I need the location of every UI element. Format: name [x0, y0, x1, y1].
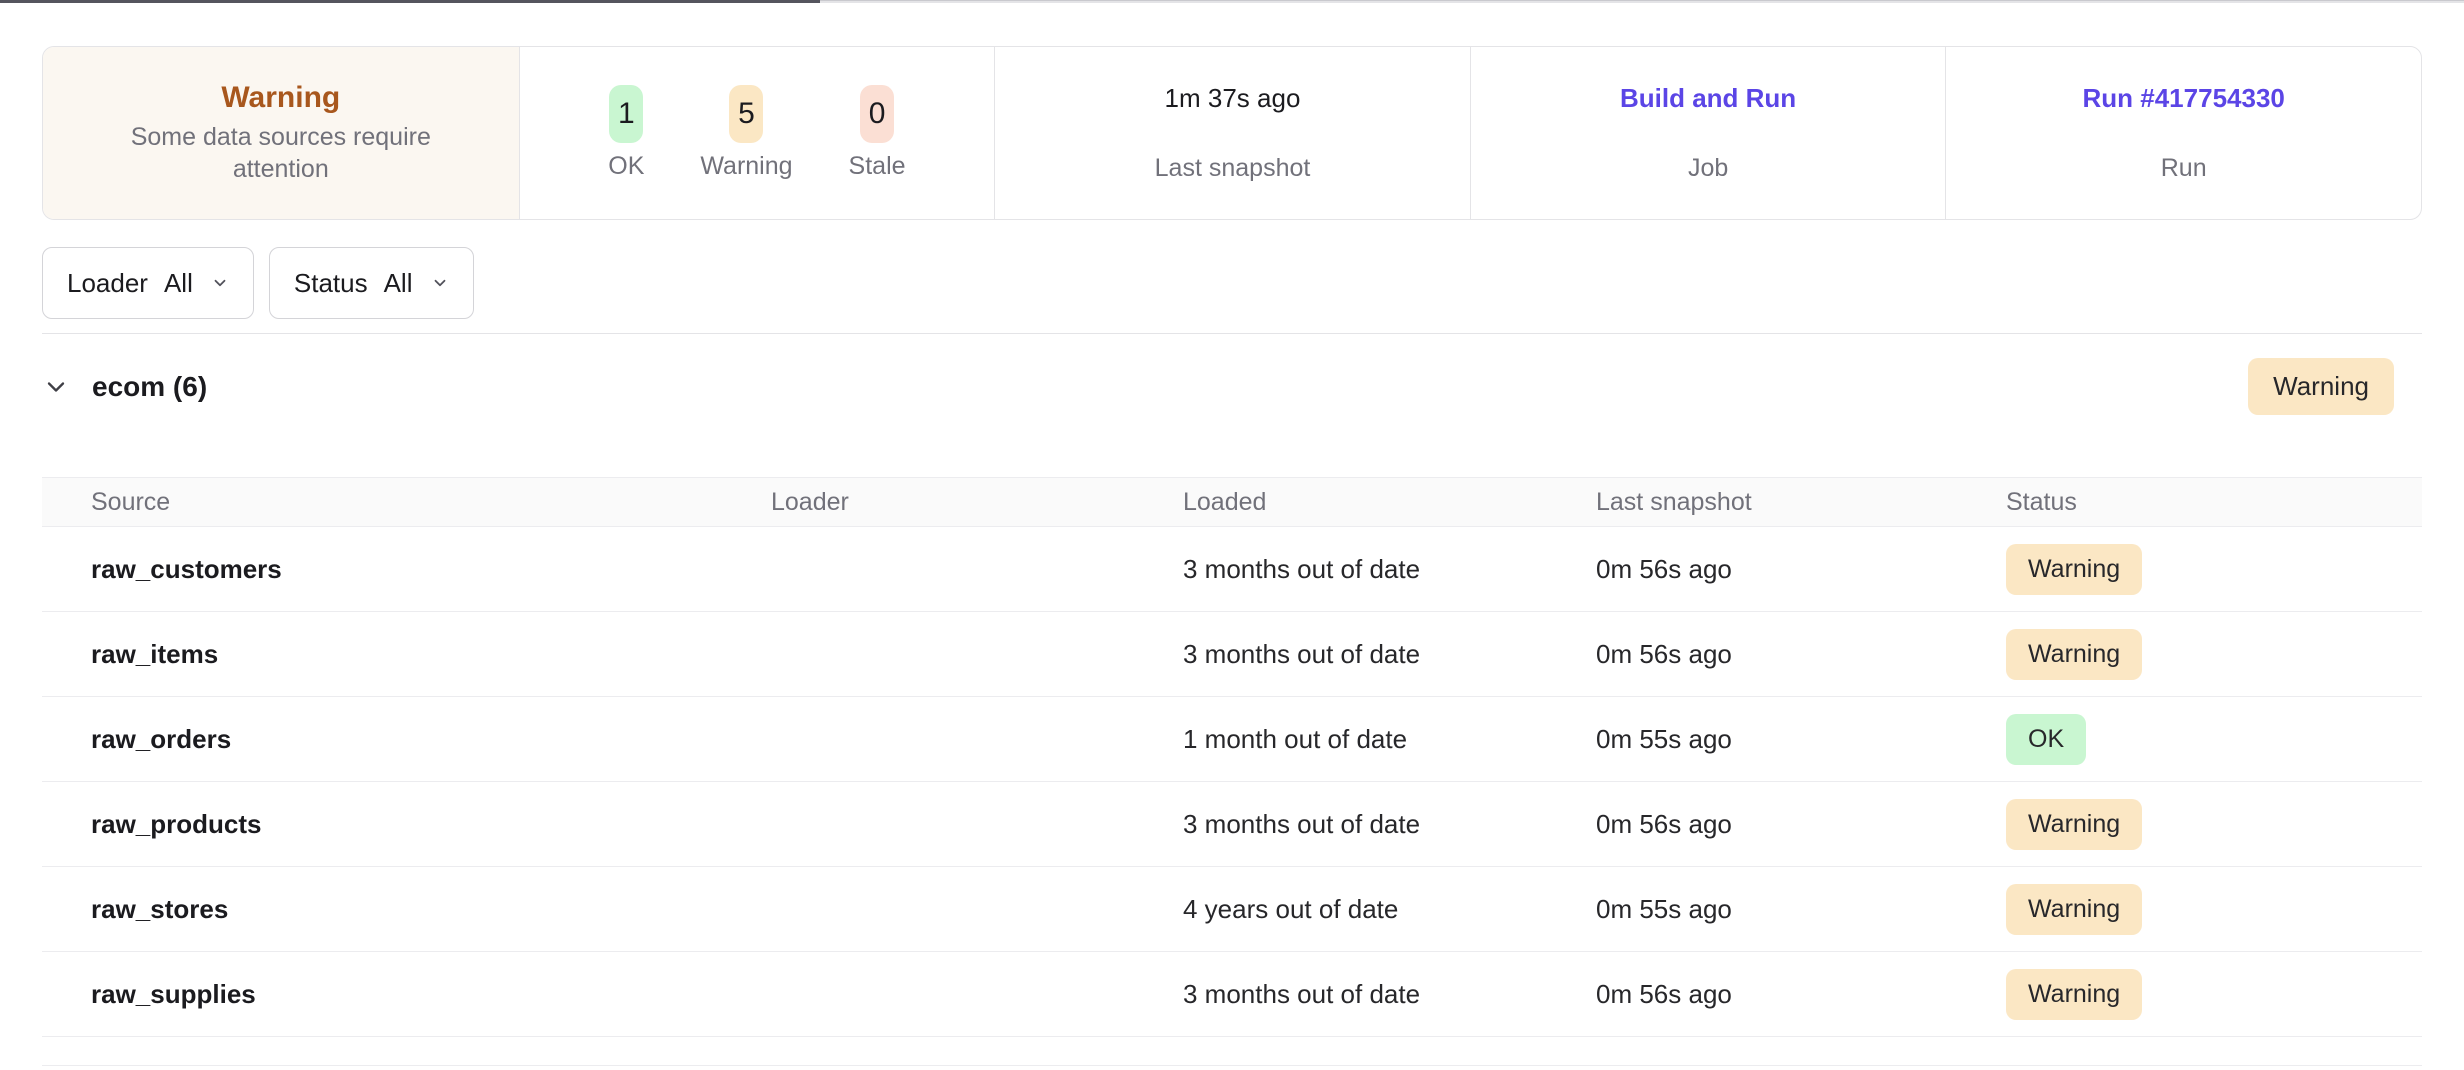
table-row: raw_items 3 months out of date 0m 56s ag… — [42, 612, 2422, 697]
status-badge: Warning — [2006, 799, 2142, 850]
status-filter-label: Status — [294, 268, 368, 299]
cell-last-snapshot: 0m 56s ago — [1596, 554, 2006, 585]
cell-last-snapshot: 0m 55s ago — [1596, 894, 2006, 925]
cell-loaded: 4 years out of date — [1183, 894, 1596, 925]
column-header-loaded: Loaded — [1183, 488, 1596, 517]
group-status-badge: Warning — [2248, 358, 2394, 415]
status-filter-value: All — [384, 268, 413, 299]
warning-count-badge: 5 — [729, 85, 763, 143]
cell-loaded: 3 months out of date — [1183, 554, 1596, 585]
warning-count-label: Warning — [700, 152, 792, 181]
cell-last-snapshot: 0m 56s ago — [1596, 639, 2006, 670]
group-expand-toggle[interactable]: ecom (6) — [42, 371, 207, 403]
column-header-loader: Loader — [771, 488, 1183, 517]
counts-card: 1 OK 5 Warning 0 Stale — [519, 47, 995, 219]
status-badge: OK — [2006, 714, 2086, 765]
overall-status-subtitle: Some data sources require attention — [108, 122, 453, 185]
group-header-ecom: ecom (6) Warning — [42, 358, 2422, 415]
table-row: raw_stores 4 years out of date 0m 55s ag… — [42, 867, 2422, 952]
cell-loaded: 1 month out of date — [1183, 724, 1596, 755]
chevron-down-icon — [211, 274, 229, 292]
status-filter-button[interactable]: Status All — [269, 247, 474, 319]
page-content: Warning Some data sources require attent… — [0, 46, 2464, 1066]
job-label: Job — [1688, 154, 1728, 183]
table-header: Source Loader Loaded Last snapshot Statu… — [42, 477, 2422, 527]
overall-status-card: Warning Some data sources require attent… — [43, 47, 519, 219]
loader-filter-button[interactable]: Loader All — [42, 247, 254, 319]
top-progress-bar — [0, 0, 2464, 3]
group-title: ecom (6) — [92, 371, 207, 403]
cell-source: raw_customers — [91, 554, 771, 585]
cell-loaded: 3 months out of date — [1183, 979, 1596, 1010]
cell-source: raw_stores — [91, 894, 771, 925]
column-header-status: Status — [2006, 488, 2422, 517]
last-snapshot-value: 1m 37s ago — [1165, 83, 1301, 114]
chevron-down-icon — [42, 373, 70, 401]
job-card: Build and Run Job — [1470, 47, 1946, 219]
run-card: Run #417754330 Run — [1945, 47, 2421, 219]
cell-source: raw_items — [91, 639, 771, 670]
cell-loaded: 3 months out of date — [1183, 639, 1596, 670]
stat-item-stale: 0 Stale — [849, 85, 906, 181]
overall-status-title: Warning — [221, 81, 340, 115]
cell-last-snapshot: 0m 56s ago — [1596, 809, 2006, 840]
cell-source: raw_orders — [91, 724, 771, 755]
status-badge: Warning — [2006, 884, 2142, 935]
stale-count-badge: 0 — [860, 85, 894, 143]
run-label: Run — [2161, 154, 2207, 183]
filter-bar: Loader All Status All — [42, 247, 2422, 334]
loader-filter-value: All — [164, 268, 193, 299]
table-row: raw_customers 3 months out of date 0m 56… — [42, 527, 2422, 612]
stale-count-label: Stale — [849, 152, 906, 181]
ok-count-label: OK — [608, 152, 644, 181]
column-header-last-snapshot: Last snapshot — [1596, 488, 2006, 517]
cell-source: raw_products — [91, 809, 771, 840]
counts-row: 1 OK 5 Warning 0 Stale — [608, 85, 905, 181]
cell-source: raw_supplies — [91, 979, 771, 1010]
chevron-down-icon — [431, 274, 449, 292]
status-badge: Warning — [2006, 629, 2142, 680]
job-link[interactable]: Build and Run — [1620, 83, 1796, 114]
stat-item-warning: 5 Warning — [700, 85, 792, 181]
cell-last-snapshot: 0m 55s ago — [1596, 724, 2006, 755]
last-snapshot-label: Last snapshot — [1155, 154, 1311, 183]
summary-card-row: Warning Some data sources require attent… — [42, 46, 2422, 220]
table-footer-divider — [42, 1037, 2422, 1066]
status-badge: Warning — [2006, 544, 2142, 595]
table-row: raw_supplies 3 months out of date 0m 56s… — [42, 952, 2422, 1037]
table-row: raw_products 3 months out of date 0m 56s… — [42, 782, 2422, 867]
cell-loaded: 3 months out of date — [1183, 809, 1596, 840]
table-row: raw_orders 1 month out of date 0m 55s ag… — [42, 697, 2422, 782]
status-badge: Warning — [2006, 969, 2142, 1020]
cell-last-snapshot: 0m 56s ago — [1596, 979, 2006, 1010]
loader-filter-label: Loader — [67, 268, 148, 299]
run-link[interactable]: Run #417754330 — [2083, 83, 2285, 114]
last-snapshot-card: 1m 37s ago Last snapshot — [994, 47, 1470, 219]
column-header-source: Source — [91, 488, 771, 517]
stat-item-ok: 1 OK — [608, 85, 644, 181]
ok-count-badge: 1 — [609, 85, 643, 143]
